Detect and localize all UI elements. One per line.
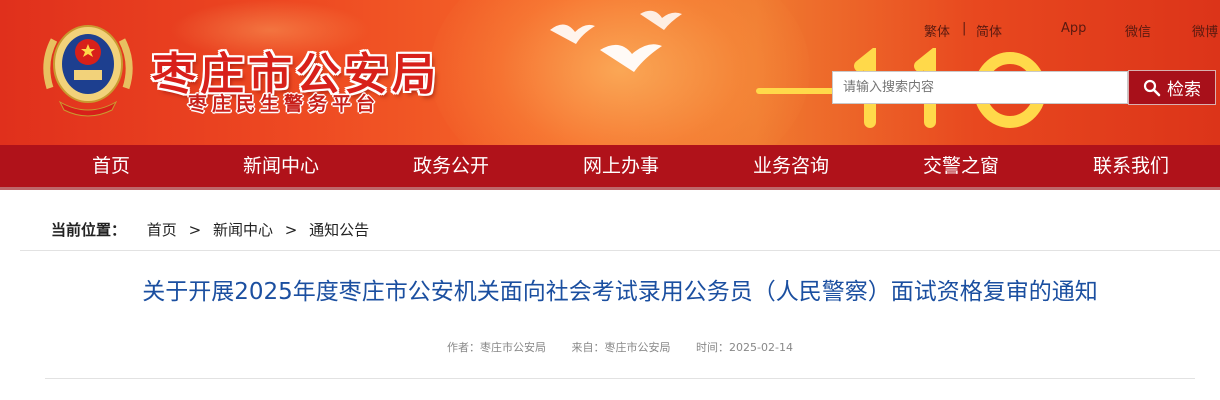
article-author: 作者：枣庄市公安局 (447, 341, 547, 354)
simplified-chinese-link[interactable]: 简体 (976, 21, 1002, 40)
breadcrumb-label: 当前位置： (51, 221, 127, 239)
divider (45, 378, 1195, 379)
search-input[interactable] (832, 71, 1128, 104)
doves-decoration-icon (550, 10, 682, 72)
breadcrumb-home[interactable]: 首页 (147, 219, 177, 240)
main-nav: 首页 新闻中心 政务公开 网上办事 业务咨询 交警之窗 联系我们 (0, 145, 1220, 190)
breadcrumb-notices[interactable]: 通知公告 (309, 219, 369, 240)
breadcrumb: 当前位置： 首页 > 新闻中心 > 通知公告 (51, 219, 369, 239)
traditional-chinese-link[interactable]: 繁体 (924, 21, 950, 40)
nav-item-home[interactable]: 首页 (41, 145, 181, 190)
search-button[interactable]: 检索 (1128, 70, 1216, 105)
top-links: 繁体 | 简体 App 微信 微博 (0, 21, 1220, 41)
divider (20, 250, 1220, 251)
article-title: 关于开展2025年度枣庄市公安机关面向社会考试录用公务员（人民警察）面试资格复审… (142, 279, 1098, 305)
article-source: 来自：枣庄市公安局 (571, 341, 671, 354)
nav-bottom-shadow (0, 187, 1220, 190)
article-meta: 作者：枣庄市公安局 来自：枣庄市公安局 时间：2025-02-14 (0, 339, 1220, 355)
app-link[interactable]: App (1061, 21, 1086, 36)
breadcrumb-separator: > (284, 221, 298, 239)
nav-item-online-services[interactable]: 网上办事 (551, 145, 691, 190)
nav-item-government-affairs[interactable]: 政务公开 (381, 145, 521, 190)
wechat-link[interactable]: 微信 (1125, 21, 1151, 40)
nav-item-news[interactable]: 新闻中心 (211, 145, 351, 190)
breadcrumb-news[interactable]: 新闻中心 (213, 219, 273, 240)
search-button-label: 检索 (1167, 80, 1201, 100)
nav-item-contact[interactable]: 联系我们 (1061, 145, 1201, 190)
article-time: 时间：2025-02-14 (696, 341, 793, 354)
nav-item-consultation[interactable]: 业务咨询 (721, 145, 861, 190)
breadcrumb-separator: > (188, 221, 202, 239)
weibo-link[interactable]: 微博 (1192, 21, 1218, 40)
link-divider: | (962, 21, 967, 36)
nav-item-traffic-police[interactable]: 交警之窗 (891, 145, 1031, 190)
site-subtitle: 枣庄民生警务平台 (188, 93, 381, 115)
site-header: 枣庄市公安局 枣庄民生警务平台 繁体 | 简体 App 微信 微博 检索 (0, 0, 1220, 145)
search-icon (1143, 79, 1161, 96)
